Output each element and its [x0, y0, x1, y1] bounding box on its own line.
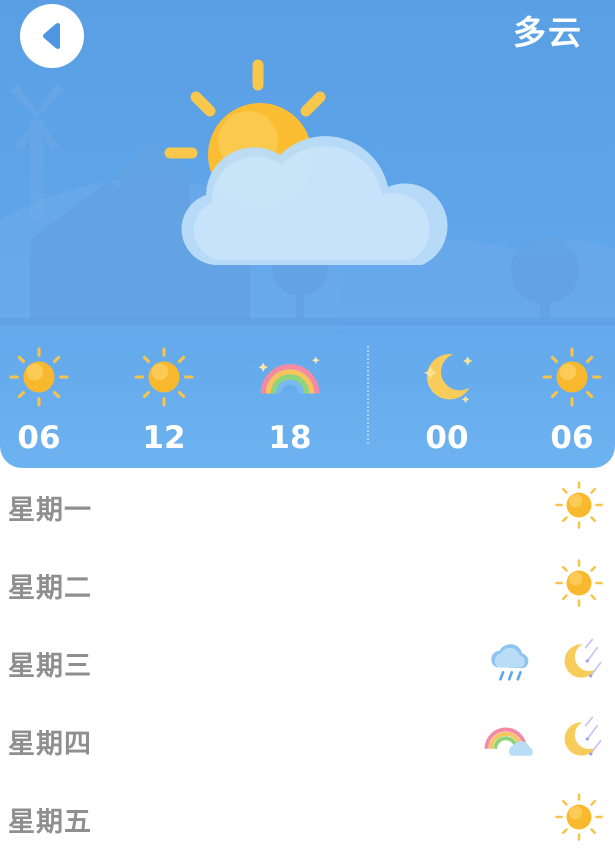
back-button[interactable] — [20, 4, 84, 68]
rainbow-icon — [257, 354, 323, 400]
hour-label: 06 — [550, 420, 594, 456]
moon-meteor-icon — [554, 714, 604, 764]
day-label: 星期五 — [8, 807, 92, 838]
sun-icon — [133, 346, 195, 408]
weather-header-panel: 多云 06 12 18 00 06 — [0, 0, 615, 468]
hourly-item: 06 — [0, 342, 84, 456]
hourly-item: 12 — [119, 342, 209, 456]
rain-cloud-icon — [484, 636, 536, 688]
daily-row[interactable]: 星期五 — [0, 790, 615, 850]
hourly-item: 06 — [527, 342, 615, 456]
moon-icon — [416, 346, 478, 408]
hour-label: 18 — [268, 420, 312, 456]
back-arrow-icon — [43, 23, 60, 49]
day-label: 星期一 — [8, 495, 92, 526]
sun-icon — [541, 346, 603, 408]
day-label: 星期三 — [8, 651, 92, 682]
partly-cloudy-icon — [164, 59, 448, 265]
weather-condition-label: 多云 — [513, 13, 583, 52]
hour-label: 06 — [17, 420, 61, 456]
hour-label: 12 — [142, 420, 186, 456]
day-divider — [367, 346, 369, 444]
hourly-item: 18 — [245, 342, 335, 456]
daily-row[interactable]: 星期三 — [0, 634, 615, 694]
rainbow-cloud-icon — [483, 720, 539, 760]
moon-meteor-icon — [554, 636, 604, 686]
sun-icon — [554, 480, 604, 530]
sun-icon — [554, 558, 604, 608]
daily-row[interactable]: 星期四 — [0, 712, 615, 772]
day-label: 星期四 — [8, 729, 92, 760]
sun-icon — [8, 346, 70, 408]
day-label: 星期二 — [8, 573, 92, 604]
daily-row[interactable]: 星期一 — [0, 478, 615, 538]
daily-row[interactable]: 星期二 — [0, 556, 615, 616]
hourly-item: 00 — [402, 342, 492, 456]
sun-icon — [554, 792, 604, 842]
hour-label: 00 — [425, 420, 469, 456]
